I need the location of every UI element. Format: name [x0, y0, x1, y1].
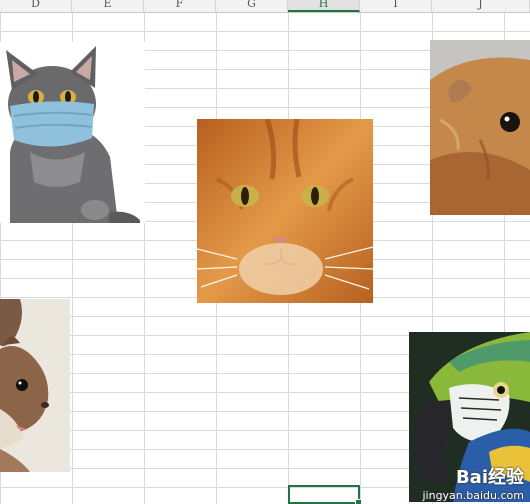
guinea-pig-picture[interactable] [430, 40, 530, 215]
column-header-row: D E F G H I J [0, 0, 530, 13]
selected-cell[interactable] [288, 485, 362, 504]
kitten-illustration [0, 42, 145, 223]
column-header-e[interactable]: E [72, 0, 144, 12]
column-header-j[interactable]: J [432, 0, 530, 12]
column-header-i[interactable]: I [360, 0, 432, 12]
fill-handle[interactable] [355, 499, 362, 504]
baidu-jingyan-watermark: Bai经验 jingyan.baidu.com [422, 463, 524, 502]
column-header-h[interactable]: H [288, 0, 360, 12]
column-header-d[interactable]: D [0, 0, 72, 12]
watermark-brand: Bai经验 [455, 467, 524, 488]
squirrel-picture[interactable] [0, 299, 70, 472]
orange-cat-picture[interactable] [197, 119, 373, 303]
watermark-url: jingyan.baidu.com [422, 489, 524, 502]
column-header-f[interactable]: F [144, 0, 216, 12]
column-header-g[interactable]: G [216, 0, 288, 12]
spreadsheet-area[interactable]: D E F G H I J Bai经验 jingyan.baidu.com [0, 0, 530, 504]
squirrel-illustration [0, 299, 70, 472]
kitten-with-mask-picture[interactable] [0, 42, 145, 223]
guinea-pig-illustration [430, 40, 530, 215]
orange-cat-illustration [197, 119, 373, 303]
